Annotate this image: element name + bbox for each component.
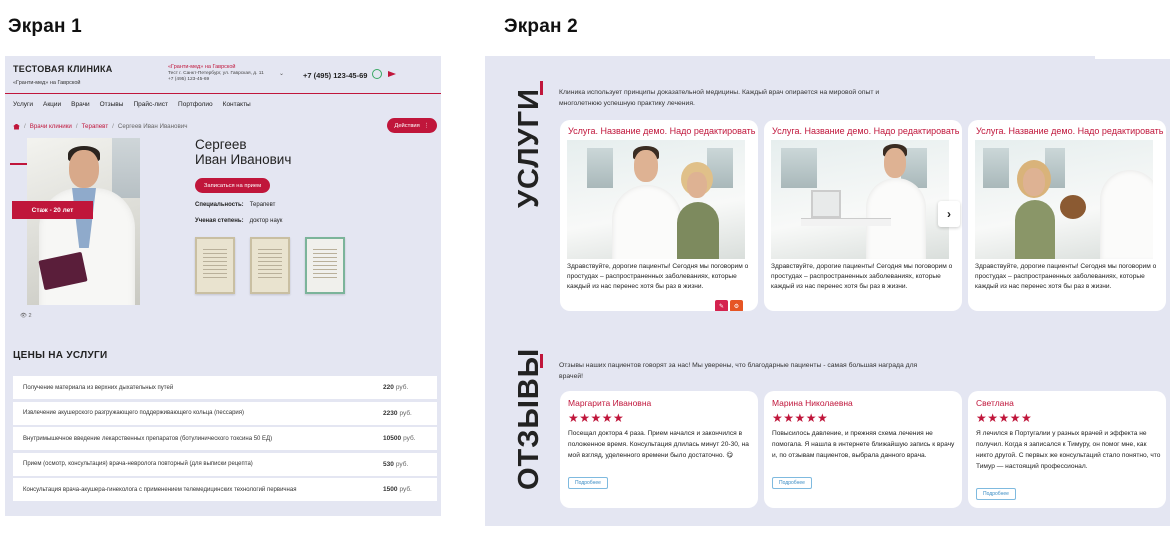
- nav-item-doctors[interactable]: Врачи: [71, 101, 89, 108]
- more-button[interactable]: Подробнее: [976, 488, 1016, 500]
- reviews-heading: ОТЗЫВЫ: [513, 347, 545, 490]
- actions-button[interactable]: Действия ⋮: [387, 118, 437, 133]
- branch-phone: +7 (495) 123-45-69: [168, 77, 210, 82]
- home-icon[interactable]: [13, 123, 20, 130]
- price-row[interactable]: Получение материала из верхних дыхательн…: [13, 376, 437, 399]
- clinic-brand[interactable]: ТЕСТОВАЯ КЛИНИКА: [13, 64, 113, 74]
- reviewer-name: Светлана: [976, 398, 1014, 408]
- nav-item-pricelist[interactable]: Прайс-лист: [133, 101, 168, 108]
- review-text: Повысилось давление, и прежняя схема леч…: [772, 430, 955, 459]
- service-image: [567, 140, 745, 259]
- rating-stars: ★★★★★: [568, 411, 625, 425]
- rating-stars: ★★★★★: [772, 411, 829, 425]
- branch-link[interactable]: «Гранти-мед» на Гаврской: [168, 64, 236, 70]
- service-image: [975, 140, 1153, 259]
- eye-icon: 👁: [20, 313, 27, 319]
- price-row[interactable]: Консультация врача-акушера-гинеколога с …: [13, 478, 437, 501]
- edit-icon[interactable]: ✎: [715, 300, 728, 311]
- breadcrumb-therapist[interactable]: Терапевт: [82, 123, 109, 130]
- site-header: ТЕСТОВАЯ КЛИНИКА «Гранти-мед» на Гаврско…: [5, 56, 441, 94]
- nav-item-contacts[interactable]: Контакты: [223, 101, 251, 108]
- chevron-down-icon[interactable]: ⌄: [279, 70, 284, 77]
- service-card-text: Здравствуйте, дорогие пациенты! Сегодня …: [567, 263, 749, 290]
- accent-dash: [10, 163, 28, 165]
- reviewer-name: Марина Николаевна: [772, 398, 853, 408]
- review-card: Марина Николаевна ★★★★★ Повысилось давле…: [764, 391, 962, 508]
- breadcrumb: / Врачи клиники / Терапевт / Сергеев Ива…: [13, 123, 187, 130]
- price-row[interactable]: Извлечение акушерского разгружающего под…: [13, 401, 437, 425]
- prices-title: ЦЕНЫ НА УСЛУГИ: [13, 350, 108, 361]
- nav-item-portfolio[interactable]: Портфолио: [178, 101, 213, 108]
- service-card[interactable]: Услуга. Название демо. Надо редактироват…: [764, 120, 962, 311]
- comparison-canvas: Экран 1 Экран 2 ТЕСТОВАЯ КЛИНИКА «Гранти…: [0, 0, 1170, 539]
- clinic-subtitle: «Гранти-мед» на Гаврской: [13, 80, 81, 86]
- price-list: Получение материала из верхних дыхательн…: [13, 376, 437, 504]
- service-card-title[interactable]: Услуга. Название демо. Надо редактироват…: [772, 126, 959, 136]
- service-card-text: Здравствуйте, дорогие пациенты! Сегодня …: [771, 263, 953, 290]
- card-admin-buttons: ✎ ⚙: [715, 300, 743, 311]
- services-heading: УСЛУГИ: [513, 88, 545, 208]
- more-button[interactable]: Подробнее: [568, 477, 608, 489]
- header-phone[interactable]: +7 (495) 123-45-69: [303, 71, 367, 80]
- nav-item-reviews[interactable]: Отзывы: [100, 101, 124, 108]
- service-card-text: Здравствуйте, дорогие пациенты! Сегодня …: [975, 263, 1157, 290]
- price-row[interactable]: Внутримышечное введение лекарственных пр…: [13, 427, 437, 450]
- screen1-doctor-page: ТЕСТОВАЯ КЛИНИКА «Гранти-мед» на Гаврско…: [5, 56, 441, 516]
- academic-degree: Ученая степень: доктор наук: [195, 218, 283, 224]
- reviews-intro: Отзывы наших пациентов говорят за нас! М…: [559, 362, 918, 380]
- breadcrumb-doctors[interactable]: Врачи клиники: [30, 123, 72, 130]
- specialty: Специальность: Терапевт: [195, 202, 276, 208]
- screen2-services-reviews: УСЛУГИ Клиника использует принципы доказ…: [485, 56, 1170, 526]
- chevron-right-icon[interactable]: ›: [938, 201, 960, 227]
- views-count: 👁 2: [20, 313, 32, 319]
- service-card-title[interactable]: Услуга. Название демо. Надо редактироват…: [568, 126, 755, 136]
- screen2-label: Экран 2: [504, 16, 578, 37]
- service-card-title[interactable]: Услуга. Название демо. Надо редактироват…: [976, 126, 1163, 136]
- breadcrumb-current: Сергеев Иван Иванович: [117, 123, 188, 130]
- branch-address: Тест г. Санкт-Петербург, ул. Гаврская, д…: [168, 71, 264, 76]
- main-nav: Услуги Акции Врачи Отзывы Прайс-лист Пор…: [13, 101, 251, 108]
- service-card[interactable]: Услуга. Название демо. Надо редактироват…: [560, 120, 758, 311]
- certificate-thumb[interactable]: [195, 237, 235, 294]
- service-card[interactable]: Услуга. Название демо. Надо редактироват…: [968, 120, 1166, 311]
- whatsapp-icon[interactable]: [372, 69, 382, 79]
- price-row[interactable]: Прием (осмотр, консультация) врача-невро…: [13, 452, 437, 476]
- nav-item-services[interactable]: Услуги: [13, 101, 33, 108]
- certificate-thumb[interactable]: [305, 237, 345, 294]
- services-intro: Клиника использует принципы доказательно…: [559, 89, 880, 107]
- certificate-thumb[interactable]: [250, 237, 290, 294]
- settings-icon[interactable]: ⚙: [730, 300, 743, 311]
- doctor-photo: [27, 138, 140, 305]
- signup-button[interactable]: Записаться на прием: [195, 178, 270, 193]
- more-vertical-icon: ⋮: [423, 122, 430, 129]
- rating-stars: ★★★★★: [976, 411, 1033, 425]
- telegram-icon[interactable]: [388, 71, 396, 77]
- nav-item-promos[interactable]: Акции: [43, 101, 61, 108]
- experience-badge: Стаж - 20 лет: [12, 201, 93, 219]
- reviewer-name: Маргарита Ивановна: [568, 398, 652, 408]
- screen1-label: Экран 1: [8, 16, 82, 37]
- doctor-first-name: Иван Иванович: [195, 152, 292, 167]
- service-image: [771, 140, 949, 259]
- review-text: Я лечился в Португалии у разных врачей и…: [976, 430, 1161, 470]
- more-button[interactable]: Подробнее: [772, 477, 812, 489]
- review-card: Маргарита Ивановна ★★★★★ Посещал доктора…: [560, 391, 758, 508]
- review-text: Посещал доктора 4 раза. Прием начался и …: [568, 430, 749, 459]
- doctor-last-name: Сергеев: [195, 137, 247, 152]
- review-card: Светлана ★★★★★ Я лечился в Португалии у …: [968, 391, 1166, 508]
